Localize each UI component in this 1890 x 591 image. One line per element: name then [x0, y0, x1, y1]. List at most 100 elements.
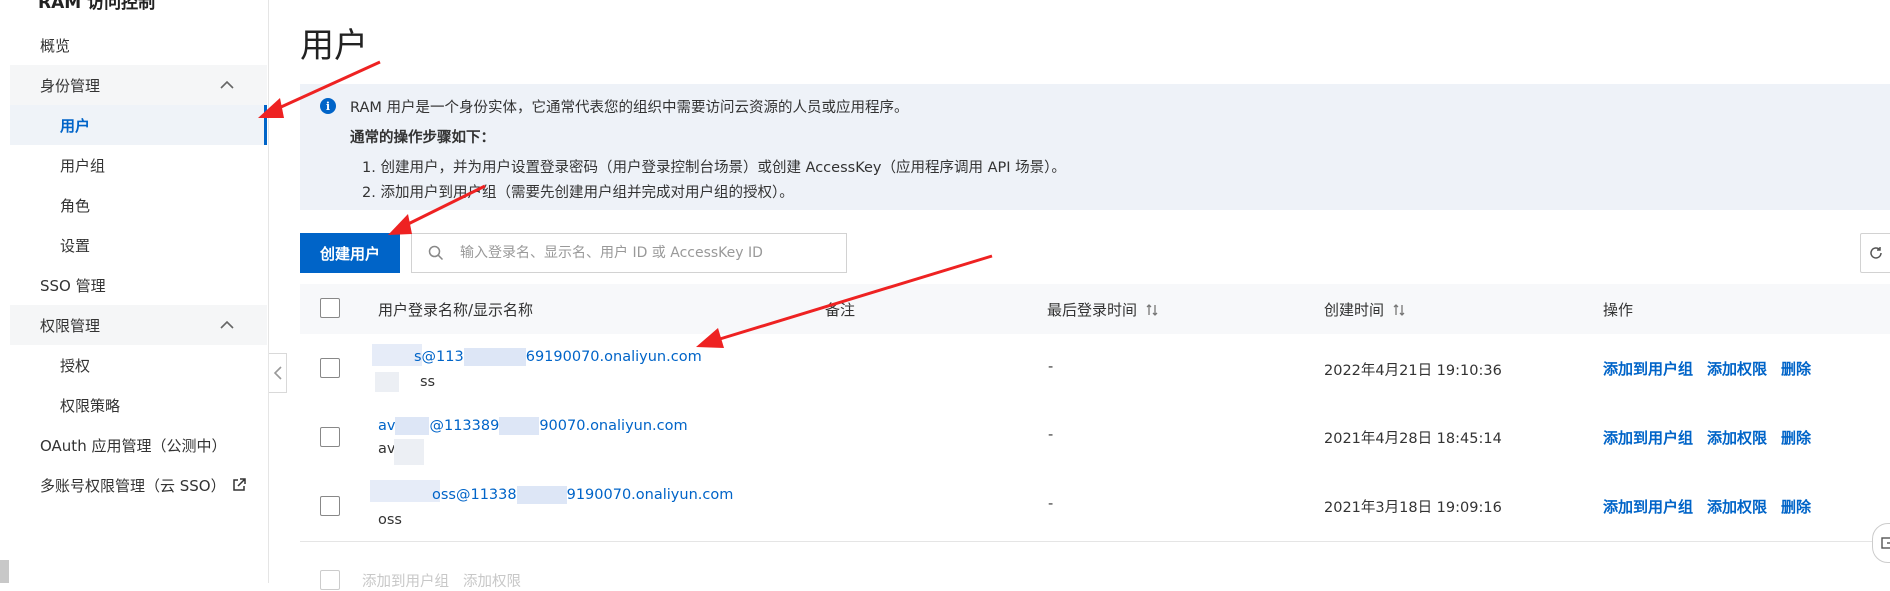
sidebar-item-label: 权限策略 — [60, 396, 121, 415]
sidebar-item-settings[interactable]: 设置 — [10, 225, 267, 265]
sidebar-item-sso[interactable]: SSO 管理 — [10, 265, 267, 305]
user-display-name: oss — [378, 512, 402, 528]
user-display-name: ss — [420, 374, 436, 390]
column-header-created[interactable]: 创建时间 — [1324, 299, 1406, 320]
user-login-mid: @113389 — [429, 418, 500, 434]
sidebar-item-label: 多账号权限管理（云 SSO） — [40, 476, 226, 495]
add-to-group-link[interactable]: 添加到用户组 — [1603, 360, 1693, 378]
add-permission-link[interactable]: 添加权限 — [1707, 498, 1767, 516]
last-login-time: - — [1048, 427, 1054, 443]
page-title: 用户 — [300, 26, 368, 66]
batch-add-permission[interactable]: 添加权限 — [463, 570, 521, 591]
row-checkbox[interactable] — [320, 496, 340, 516]
refresh-button[interactable] — [1860, 233, 1890, 273]
column-header-last-login[interactable]: 最后登录时间 — [1047, 299, 1159, 320]
add-to-group-link[interactable]: 添加到用户组 — [1603, 429, 1693, 447]
info-step-2: 2. 添加用户到用户组（需要先创建用户组并完成对用户组的授权）。 — [362, 185, 794, 201]
add-permission-link[interactable]: 添加权限 — [1707, 429, 1767, 447]
user-login-suffix: 9190070.onaliyun.com — [566, 487, 734, 503]
search-input[interactable] — [458, 244, 832, 262]
batch-add-to-group[interactable]: 添加到用户组 — [362, 570, 449, 591]
redacted-text — [516, 486, 567, 504]
user-login-link[interactable]: oss@11338 9190070.onaliyun.com — [432, 486, 733, 504]
sidebar-item-label: 身份管理 — [40, 76, 101, 95]
floating-help-tab[interactable] — [1872, 523, 1890, 563]
sidebar-item-label: 授权 — [60, 356, 91, 375]
sidebar: RAM 访问控制 概览 身份管理 用户 用户组 角色 设置 SSO 管理 权限管… — [0, 0, 269, 583]
sort-icon — [1393, 303, 1405, 316]
search-icon — [428, 245, 444, 261]
sidebar-item-user-groups[interactable]: 用户组 — [10, 145, 267, 185]
redacted-text — [375, 372, 399, 392]
refresh-icon — [1870, 247, 1882, 259]
user-login-prefix: av — [378, 418, 396, 434]
sidebar-item-label: SSO 管理 — [40, 276, 106, 295]
created-time: 2021年4月28日 18:45:14 — [1324, 431, 1502, 447]
delete-link[interactable]: 删除 — [1781, 360, 1811, 378]
sidebar-item-label: 角色 — [60, 196, 91, 215]
sidebar-product-title: RAM 访问控制 — [38, 0, 156, 13]
chevron-left-icon — [273, 366, 282, 380]
column-header-label: 创建时间 — [1324, 301, 1385, 319]
exit-icon — [1881, 537, 1890, 549]
delete-link[interactable]: 删除 — [1781, 498, 1811, 516]
redacted-text — [395, 417, 430, 435]
sidebar-group-identity[interactable]: 身份管理 — [10, 65, 267, 105]
last-login-time: - — [1048, 359, 1054, 375]
info-steps-title: 通常的操作步骤如下： — [350, 130, 495, 146]
sidebar-item-label: 权限管理 — [40, 316, 101, 335]
sidebar-item-overview[interactable]: 概览 — [10, 25, 267, 65]
external-link-icon — [232, 478, 246, 491]
row-actions: 添加到用户组 添加权限 删除 — [1603, 496, 1825, 517]
add-permission-link[interactable]: 添加权限 — [1707, 360, 1767, 378]
created-time: 2022年4月21日 19:10:36 — [1324, 363, 1502, 379]
sidebar-item-grants[interactable]: 授权 — [10, 345, 267, 385]
sidebar-item-oauth[interactable]: OAuth 应用管理（公测中） — [10, 425, 267, 465]
sidebar-item-roles[interactable]: 角色 — [10, 185, 267, 225]
row-actions: 添加到用户组 添加权限 删除 — [1603, 358, 1825, 379]
sidebar-item-label: OAuth 应用管理（公测中） — [40, 436, 227, 455]
add-to-group-link[interactable]: 添加到用户组 — [1603, 498, 1693, 516]
chevron-up-icon — [220, 80, 234, 89]
redacted-text — [394, 439, 424, 465]
scrollbar-thumb[interactable] — [0, 560, 9, 583]
column-header-label: 最后登录时间 — [1047, 301, 1138, 319]
user-login-link[interactable]: s@113 69190070.onaliyun.com — [414, 348, 702, 366]
row-checkbox[interactable] — [320, 427, 340, 447]
user-login-suffix: 90070.onaliyun.com — [539, 418, 688, 434]
user-login-link[interactable]: av @113389 90070.onaliyun.com — [378, 417, 688, 435]
user-login-suffix: 69190070.onaliyun.com — [525, 349, 702, 365]
redacted-text — [499, 417, 540, 435]
user-login-prefix: oss@11338 — [432, 487, 517, 503]
batch-select-checkbox[interactable] — [320, 570, 340, 590]
redacted-text — [370, 480, 440, 502]
user-login-prefix: s@113 — [414, 349, 464, 365]
sidebar-item-users[interactable]: 用户 — [10, 105, 267, 145]
sidebar-item-label: 用户组 — [60, 156, 106, 175]
column-header-remark: 备注 — [825, 301, 856, 319]
sidebar-collapse-button[interactable] — [269, 353, 287, 393]
table-row: av @113389 90070.onaliyun.com av - 2021年4月… — [300, 403, 1890, 473]
info-step-1: 1. 创建用户，并为用户设置登录密码（用户登录控制台场景）或创建 AccessK… — [362, 160, 1066, 176]
column-header-name: 用户登录名称/显示名称 — [378, 301, 534, 319]
user-display-name: av — [378, 441, 396, 457]
sidebar-item-label: 设置 — [60, 236, 91, 255]
sidebar-item-cloud-sso[interactable]: 多账号权限管理（云 SSO） — [10, 465, 267, 505]
chevron-up-icon — [220, 320, 234, 329]
table-header: 用户登录名称/显示名称 备注 最后登录时间 创建时间 操作 — [300, 284, 1890, 335]
delete-link[interactable]: 删除 — [1781, 429, 1811, 447]
row-checkbox[interactable] — [320, 358, 340, 378]
redacted-text — [463, 348, 526, 366]
table-row: s@113 69190070.onaliyun.com ss - 2022年4月2… — [300, 334, 1890, 404]
sidebar-group-permissions[interactable]: 权限管理 — [10, 305, 267, 345]
created-time: 2021年3月18日 19:09:16 — [1324, 500, 1502, 516]
info-icon: i — [320, 98, 336, 114]
sidebar-item-label: 用户 — [60, 116, 91, 135]
sidebar-item-policies[interactable]: 权限策略 — [10, 385, 267, 425]
search-field[interactable] — [411, 233, 847, 273]
create-user-button[interactable]: 创建用户 — [300, 233, 400, 273]
info-banner: i RAM 用户是一个身份实体，它通常代表您的组织中需要访问云资源的人员或应用程… — [300, 84, 1890, 210]
select-all-checkbox[interactable] — [320, 298, 340, 318]
last-login-time: - — [1048, 496, 1054, 512]
info-text: RAM 用户是一个身份实体，它通常代表您的组织中需要访问云资源的人员或应用程序。 — [350, 100, 909, 116]
